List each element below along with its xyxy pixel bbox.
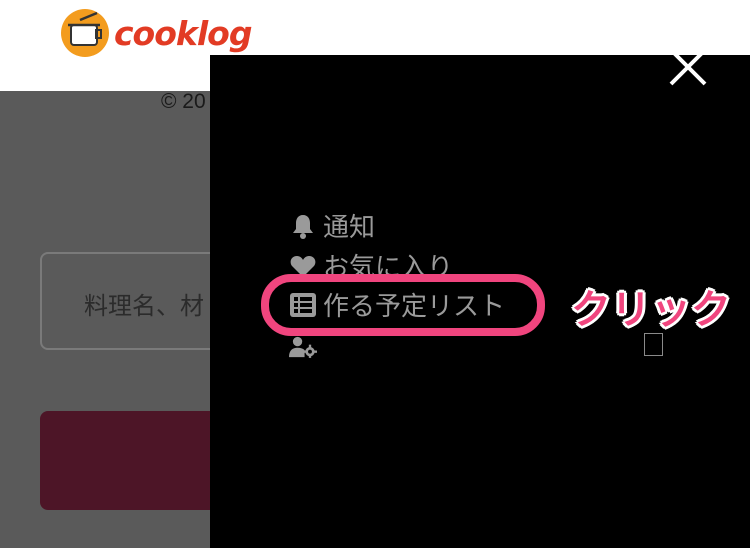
- close-icon[interactable]: [666, 45, 710, 89]
- bell-icon: [289, 212, 317, 240]
- pot-icon: [61, 9, 109, 57]
- site-logo[interactable]: cooklog: [60, 7, 252, 59]
- copyright-text: © 20: [161, 90, 206, 113]
- menu-item-label: 通知: [323, 213, 376, 243]
- search-placeholder: 料理名、材: [84, 292, 204, 320]
- user-settings-icon: [289, 333, 317, 361]
- click-highlight-outline: [261, 274, 545, 336]
- placeholder-box: [644, 333, 663, 356]
- menu-item-notifications[interactable]: 通知: [289, 207, 375, 244]
- menu-item-account-settings[interactable]: [289, 333, 323, 361]
- click-annotation: クリック: [571, 287, 731, 333]
- logo-text: cooklog: [114, 13, 252, 53]
